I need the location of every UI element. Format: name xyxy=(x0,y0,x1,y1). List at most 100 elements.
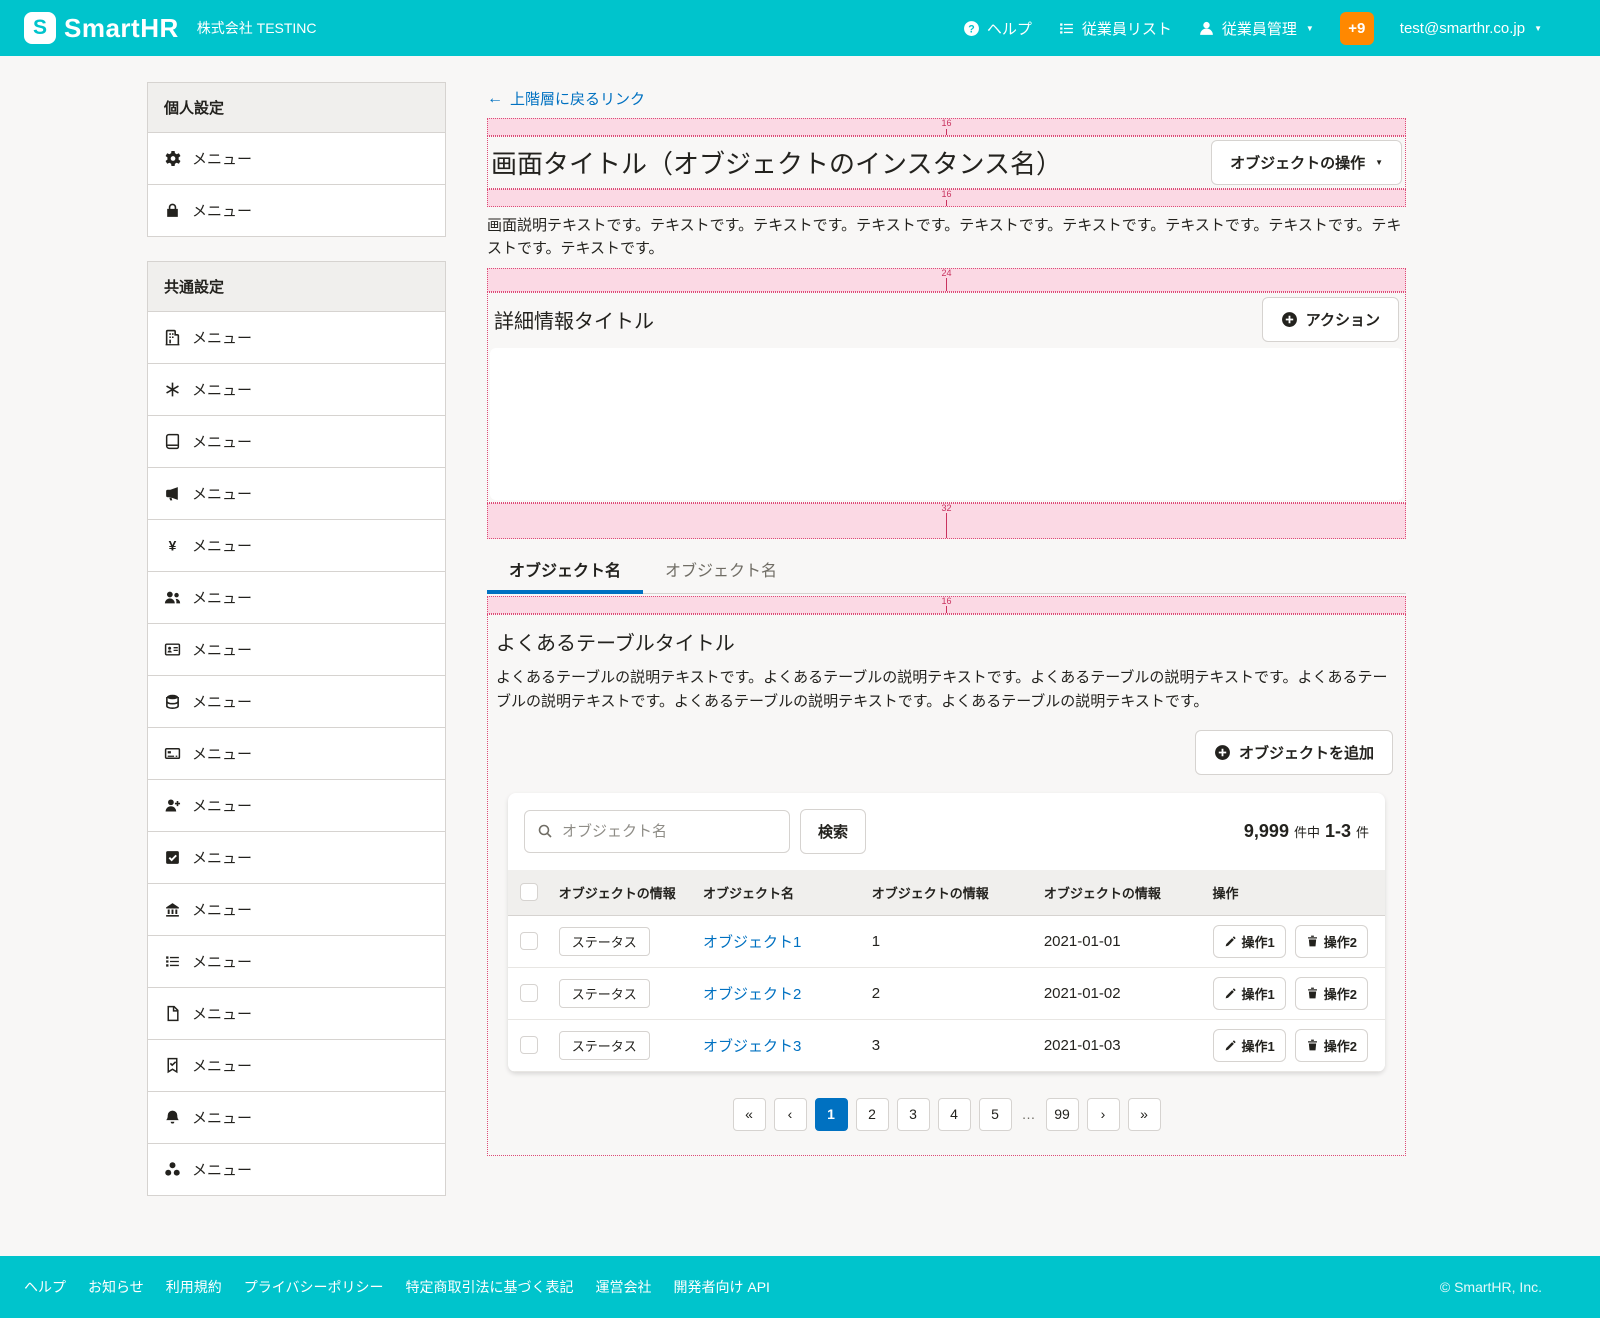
select-all-checkbox[interactable] xyxy=(520,883,538,901)
search-icon xyxy=(537,823,553,839)
spacing-tick xyxy=(946,606,947,612)
sidebar-item-menu[interactable]: メニュー xyxy=(148,831,445,883)
search-input[interactable] xyxy=(562,823,777,840)
row-checkbox[interactable] xyxy=(520,984,538,1002)
action-button[interactable]: アクション xyxy=(1262,297,1399,342)
object-link[interactable]: オブジェクト1 xyxy=(703,934,801,951)
notification-badge[interactable]: +9 xyxy=(1340,12,1374,45)
header-help[interactable]: ? ヘルプ xyxy=(963,18,1032,39)
tab-object-name-1[interactable]: オブジェクト名 xyxy=(487,545,643,593)
spacing-value: 16 xyxy=(941,119,951,129)
page-number-button[interactable]: 2 xyxy=(856,1098,889,1131)
sidebar-item-menu[interactable]: メニュー xyxy=(148,415,445,467)
footer-link[interactable]: 運営会社 xyxy=(595,1277,651,1297)
sidebar-item-menu[interactable]: メニュー xyxy=(148,1039,445,1091)
page-prev-button[interactable]: ‹ xyxy=(774,1098,807,1131)
select-all-header-cell xyxy=(508,870,551,916)
add-object-button[interactable]: オブジェクトを追加 xyxy=(1195,730,1393,775)
back-arrow-icon: ← xyxy=(487,90,503,108)
sidebar-item-label: メニュー xyxy=(192,795,252,816)
page-next-button[interactable]: › xyxy=(1087,1098,1120,1131)
smarthr-logo[interactable]: S SmartHR xyxy=(24,12,179,44)
sidebar-item-menu[interactable]: メニュー xyxy=(148,1143,445,1195)
page-number-button[interactable]: 1 xyxy=(815,1098,848,1131)
status-badge: ステータス xyxy=(559,979,650,1008)
sidebar-item-menu[interactable]: メニュー xyxy=(148,883,445,935)
value-cell: 1 xyxy=(864,915,1036,967)
sidebar-item-menu[interactable]: メニュー xyxy=(148,571,445,623)
action-button-label: 操作1 xyxy=(1242,984,1275,1003)
footer-link[interactable]: お知らせ xyxy=(88,1277,144,1297)
sidebar-item-menu[interactable]: メニュー xyxy=(148,363,445,415)
sidebar-item-menu[interactable]: メニュー xyxy=(148,779,445,831)
page-number-button[interactable]: 99 xyxy=(1046,1098,1079,1131)
sidebar-item-label: メニュー xyxy=(192,639,252,660)
edit-button[interactable]: 操作1 xyxy=(1213,925,1286,958)
search-field[interactable] xyxy=(524,810,790,853)
row-checkbox[interactable] xyxy=(520,932,538,950)
edit-button[interactable]: 操作1 xyxy=(1213,1029,1286,1062)
yen-icon: ¥ xyxy=(164,537,181,554)
database-icon xyxy=(164,693,181,710)
page-title: 画面タイトル（オブジェクトのインスタンス名） xyxy=(491,144,1062,181)
search-button[interactable]: 検索 xyxy=(800,809,866,854)
header-employee-admin-label: 従業員管理 xyxy=(1222,18,1297,39)
object-link[interactable]: オブジェクト3 xyxy=(703,1038,801,1055)
sidebar-item-menu[interactable]: メニュー xyxy=(148,184,445,236)
page-number-button[interactable]: 4 xyxy=(938,1098,971,1131)
column-header: オブジェクトの情報 xyxy=(864,870,1036,916)
edit-button[interactable]: 操作1 xyxy=(1213,977,1286,1010)
object-link[interactable]: オブジェクト2 xyxy=(703,986,801,1003)
header-employee-list[interactable]: 従業員リスト xyxy=(1058,18,1172,39)
back-link[interactable]: ← 上階層に戻るリンク xyxy=(487,88,645,109)
page-last-button[interactable]: » xyxy=(1128,1098,1161,1131)
object-actions-button[interactable]: オブジェクトの操作 ▼ xyxy=(1211,140,1402,185)
row-select-cell xyxy=(508,967,551,1019)
page-number-button[interactable]: 5 xyxy=(979,1098,1012,1131)
footer-link[interactable]: 開発者向け API xyxy=(673,1277,769,1297)
page-number-button[interactable]: 3 xyxy=(897,1098,930,1131)
action-button-label: 操作2 xyxy=(1324,984,1357,1003)
delete-button[interactable]: 操作2 xyxy=(1295,925,1368,958)
sidebar-item-menu[interactable]: メニュー xyxy=(148,132,445,184)
sidebar-item-menu[interactable]: ¥メニュー xyxy=(148,519,445,571)
row-checkbox[interactable] xyxy=(520,1036,538,1054)
trash-icon xyxy=(1306,935,1319,948)
sidebar-item-menu[interactable]: メニュー xyxy=(148,623,445,675)
sidebar-item-menu[interactable]: メニュー xyxy=(148,675,445,727)
actions-cell: 操作1 操作2 xyxy=(1205,1019,1385,1071)
svg-text:?: ? xyxy=(968,23,974,35)
name-cell: オブジェクト3 xyxy=(695,1019,864,1071)
bell-icon xyxy=(164,1109,181,1126)
tab-object-name-2[interactable]: オブジェクト名 xyxy=(643,545,799,593)
delete-button[interactable]: 操作2 xyxy=(1295,1029,1368,1062)
footer-link[interactable]: ヘルプ xyxy=(24,1277,66,1297)
page-title-block: 画面タイトル（オブジェクトのインスタンス名） オブジェクトの操作 ▼ xyxy=(487,136,1406,189)
sidebar-item-menu[interactable]: メニュー xyxy=(148,1091,445,1143)
header-employee-admin[interactable]: 従業員管理 ▼ xyxy=(1198,18,1314,39)
value-cell: 3 xyxy=(864,1019,1036,1071)
sidebar-item-menu[interactable]: メニュー xyxy=(148,935,445,987)
table-section-description: よくあるテーブルの説明テキストです。よくあるテーブルの説明テキストです。よくある… xyxy=(496,666,1397,714)
column-header: 操作 xyxy=(1205,870,1385,916)
footer-link[interactable]: 特定商取引法に基づく表記 xyxy=(405,1277,573,1297)
spacing-value: 16 xyxy=(941,597,951,607)
sidebar-item-menu[interactable]: メニュー xyxy=(148,727,445,779)
account-menu[interactable]: test@smarthr.co.jp ▼ xyxy=(1400,20,1542,37)
page-first-button[interactable]: « xyxy=(733,1098,766,1131)
delete-button[interactable]: 操作2 xyxy=(1295,977,1368,1010)
sidebar-item-label: メニュー xyxy=(192,743,252,764)
users-icon xyxy=(164,589,181,606)
sidebar-item-menu[interactable]: メニュー xyxy=(148,467,445,519)
sidebar-item-menu[interactable]: メニュー xyxy=(148,987,445,1039)
column-header: オブジェクトの情報 xyxy=(551,870,695,916)
detail-panel-header: 詳細情報タイトル アクション xyxy=(490,295,1403,348)
app-footer: ヘルプ お知らせ 利用規約 プライバシーポリシー 特定商取引法に基づく表記 運営会社 開発者… xyxy=(0,1256,1600,1318)
footer-link[interactable]: プライバシーポリシー xyxy=(244,1277,384,1297)
footer-link[interactable]: 利用規約 xyxy=(166,1277,222,1297)
table-section: よくあるテーブルタイトル よくあるテーブルの説明テキストです。よくあるテーブルの… xyxy=(487,614,1406,1156)
spacing-value: 16 xyxy=(941,190,951,200)
sidebar-item-menu[interactable]: メニュー xyxy=(148,311,445,363)
sidebar-item-label: メニュー xyxy=(192,379,252,400)
sidebar-item-label: メニュー xyxy=(192,1055,252,1076)
